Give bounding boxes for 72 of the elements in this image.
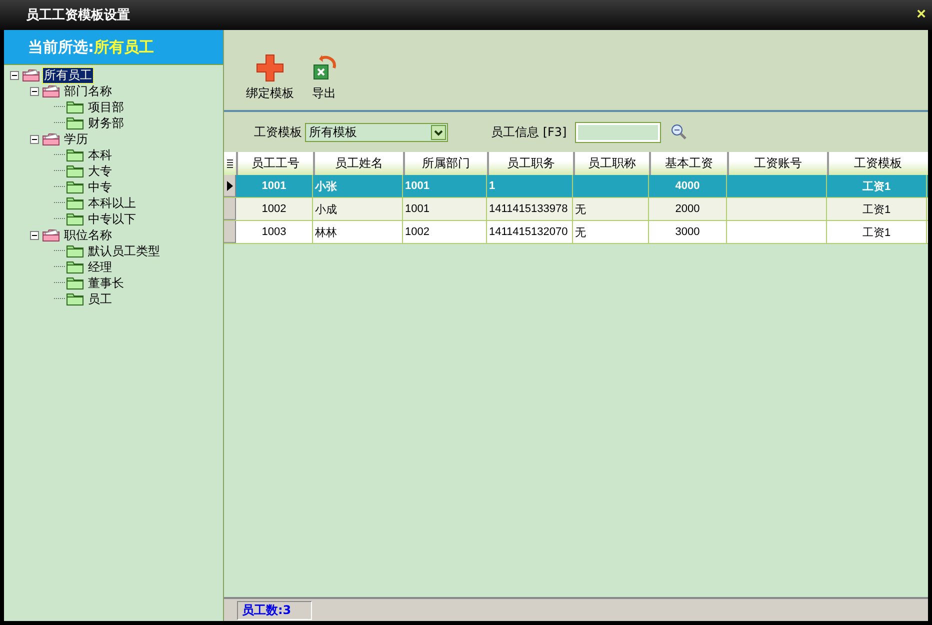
table-cell: 1411415133978 xyxy=(489,203,568,215)
table-cell: 1001 xyxy=(405,180,430,192)
folder-icon xyxy=(42,228,60,242)
collapse-toggle-icon[interactable] xyxy=(30,230,39,240)
table-cell: 1001 xyxy=(405,203,430,215)
tree-item[interactable]: 中专 xyxy=(87,180,113,194)
folder-icon xyxy=(66,100,84,114)
folder-icon xyxy=(66,276,84,290)
folder-icon xyxy=(66,260,84,274)
close-button[interactable]: × xyxy=(916,6,926,24)
tree-item[interactable]: 职位名称 xyxy=(63,228,113,242)
tree-item[interactable]: 董事长 xyxy=(87,276,125,290)
collapse-toggle-icon[interactable] xyxy=(30,134,39,144)
selection-value: 所有员工 xyxy=(94,38,154,56)
toolbar-button[interactable]: 绑定模板 xyxy=(246,54,294,102)
folder-icon xyxy=(22,68,40,82)
row-header[interactable] xyxy=(224,175,236,197)
tree-item[interactable]: 大专 xyxy=(87,164,113,178)
folder-icon xyxy=(66,148,84,162)
table-cell-text: 小成 xyxy=(315,202,337,216)
plus-icon xyxy=(256,54,284,82)
selection-label: 当前所选: xyxy=(28,38,94,56)
collapse-toggle-icon[interactable] xyxy=(10,70,19,80)
folder-icon xyxy=(42,132,60,146)
table-cell-text: 林林 xyxy=(315,226,337,240)
chevron-down-icon xyxy=(431,124,446,140)
table-cell-text: 工资1 xyxy=(862,226,891,240)
table-row[interactable]: 1003 林林 1002 1411415132070 无 3000 工资1 xyxy=(224,221,928,244)
toolbar-button[interactable]: 导出 xyxy=(310,54,338,102)
current-row-icon xyxy=(226,180,232,190)
folder-icon xyxy=(66,180,84,194)
table-cell: 3000 xyxy=(675,226,700,238)
tree-item[interactable]: 部门名称 xyxy=(63,84,113,98)
tree-item[interactable]: 项目部 xyxy=(87,100,125,114)
folder-icon xyxy=(66,164,84,178)
table-cell-text: 小张 xyxy=(315,180,337,194)
tree-item[interactable]: 默认员工类型 xyxy=(87,244,161,258)
search-icon[interactable] xyxy=(670,124,687,140)
table-cell: 1002 xyxy=(405,226,430,238)
table-cell-text: 工资1 xyxy=(862,202,891,216)
table-cell-text: 无 xyxy=(575,226,586,240)
table-cell: 2000 xyxy=(675,203,700,215)
folder-icon xyxy=(42,84,60,98)
tree-item[interactable]: 财务部 xyxy=(87,116,125,130)
folder-icon xyxy=(66,116,84,130)
folder-icon xyxy=(66,244,84,258)
search-field[interactable] xyxy=(576,122,660,142)
template-label: 工资模板 xyxy=(254,124,302,140)
template-dropdown[interactable]: 所有模板 xyxy=(305,122,448,142)
table-cell: 4000 xyxy=(675,180,700,192)
tree-item[interactable]: 本科以上 xyxy=(87,196,137,210)
tree-item[interactable]: 员工 xyxy=(87,292,113,306)
folder-icon xyxy=(66,212,84,226)
table-cell: 1002 xyxy=(262,203,286,215)
table-row[interactable]: 1002 小成 1001 1411415133978 无 2000 工资1 xyxy=(224,198,928,221)
tree-item[interactable]: 所有员工 xyxy=(43,68,93,82)
collapse-toggle-icon[interactable] xyxy=(30,86,39,96)
employee-count: 员工数:3 xyxy=(237,600,312,620)
window-title: 员工工资模板设置 xyxy=(26,7,130,24)
table-cell: 1 xyxy=(489,180,496,192)
table-cell-text: 无 xyxy=(575,202,586,216)
table-cell: 1411415132070 xyxy=(489,226,568,238)
employee-info-label: 员工信息 [F3] xyxy=(491,124,567,140)
table-cell: 1001 xyxy=(262,180,286,192)
table-cell: 1003 xyxy=(262,226,286,238)
table-cell-text: 工资1 xyxy=(862,180,891,194)
tree-item[interactable]: 学历 xyxy=(63,132,89,146)
tree-item[interactable]: 中专以下 xyxy=(87,212,137,226)
folder-icon xyxy=(66,196,84,210)
tree-item[interactable]: 经理 xyxy=(87,260,113,274)
tree-item[interactable]: 本科 xyxy=(87,148,113,162)
folder-icon xyxy=(66,292,84,306)
